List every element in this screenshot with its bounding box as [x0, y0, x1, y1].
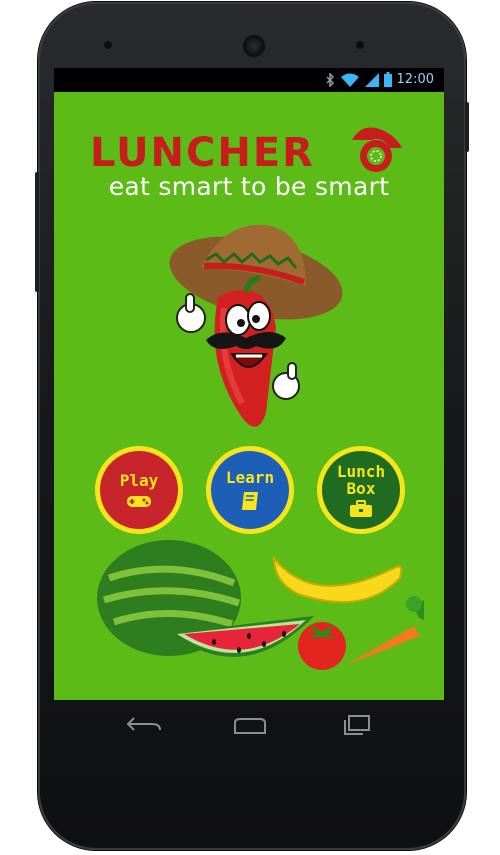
logo-sombrero-o: [352, 127, 402, 172]
power-button: [465, 102, 469, 152]
home-icon: [234, 718, 266, 734]
back-icon: [126, 717, 161, 731]
signal-icon: [365, 72, 379, 87]
learn-button[interactable]: Learn: [206, 446, 294, 534]
bluetooth-icon: [326, 72, 335, 87]
lunch-box-button[interactable]: Lunch Box: [317, 446, 405, 534]
fruits-illustration: [97, 540, 424, 670]
recents-icon: [344, 715, 370, 735]
logo-text: LUNCHER: [90, 130, 315, 174]
play-label: Play: [119, 470, 159, 490]
wifi-icon: [341, 73, 359, 87]
briefcase-icon: [350, 499, 372, 517]
screen: 12:00 LUNCHER eat smart to be smart Play…: [54, 68, 444, 700]
status-icons: [325, 72, 392, 87]
status-bar: 12:00: [54, 68, 444, 92]
front-sensor: [104, 41, 112, 49]
banana-icon: [272, 555, 403, 604]
front-camera: [243, 35, 265, 57]
home-button[interactable]: [230, 710, 270, 740]
back-button[interactable]: [124, 710, 164, 740]
battery-icon: [384, 72, 392, 87]
status-time: 12:00: [396, 72, 434, 87]
carrot-icon: [344, 626, 420, 666]
volume-button: [35, 172, 39, 292]
recents-button[interactable]: [336, 710, 376, 740]
lunch-box-label-line2: Box: [346, 478, 376, 498]
proximity-sensor: [356, 41, 364, 49]
book-icon: [242, 491, 258, 510]
lunch-box-label-line1: Lunch: [336, 461, 386, 481]
navigation-bar: [54, 700, 444, 752]
tomato-icon: [298, 622, 346, 670]
play-button[interactable]: Play: [95, 446, 183, 534]
tagline: eat smart to be smart: [108, 172, 390, 201]
chili-mascot: [169, 224, 343, 427]
luncher-logo: LUNCHER: [90, 127, 402, 174]
gamepad-icon: [127, 495, 151, 507]
learn-label: Learn: [225, 467, 275, 487]
